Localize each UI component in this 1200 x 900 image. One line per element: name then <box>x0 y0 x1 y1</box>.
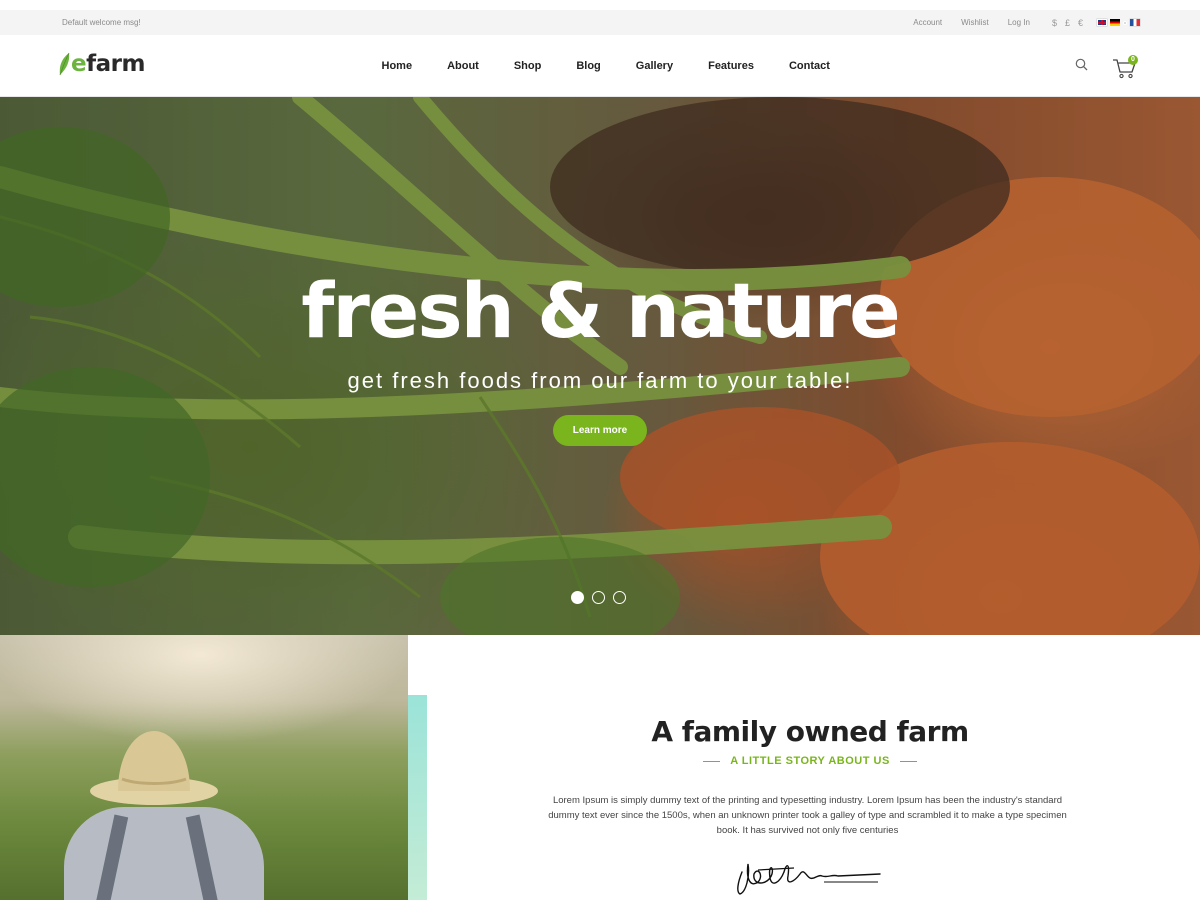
logo-text: efarm <box>71 51 145 77</box>
topbar-right: Account Wishlist Log In $ £ € <box>894 18 1140 28</box>
language-switcher <box>1097 19 1140 26</box>
kicker-line-right <box>899 760 917 762</box>
cart-count-badge: 0 <box>1128 55 1138 65</box>
hero-overlay <box>0 97 1200 635</box>
welcome-message: Default welcome msg! <box>62 18 141 27</box>
currency-usd[interactable]: $ <box>1052 18 1057 28</box>
slider-dot-3[interactable] <box>613 591 626 604</box>
kicker-line-left <box>703 760 721 762</box>
slider-dot-2[interactable] <box>592 591 605 604</box>
currency-eur[interactable]: € <box>1078 18 1083 28</box>
wishlist-link[interactable]: Wishlist <box>961 18 989 27</box>
nav-home[interactable]: Home <box>364 60 430 72</box>
farmer-image <box>0 635 408 900</box>
logo[interactable]: efarm <box>57 51 145 77</box>
nav-about[interactable]: About <box>430 60 497 72</box>
nav-blog[interactable]: Blog <box>559 60 618 72</box>
story-kicker: A LITTLE STORY ABOUT US <box>420 755 1200 767</box>
straw-hat-icon <box>90 731 218 805</box>
currency-switcher: $ £ € <box>1052 18 1083 28</box>
dot-icon[interactable] <box>1123 20 1127 25</box>
nav-features[interactable]: Features <box>691 60 772 72</box>
nav-shop[interactable]: Shop <box>496 60 559 72</box>
top-bar: Default welcome msg! Account Wishlist Lo… <box>0 10 1200 35</box>
main-nav: Home About Shop Blog Gallery Features Co… <box>364 35 847 97</box>
en-flag-icon[interactable] <box>1097 19 1107 26</box>
learn-more-button[interactable]: Learn more <box>553 415 647 446</box>
story-title: A family owned farm <box>651 715 969 748</box>
fr-flag-icon[interactable] <box>1130 19 1140 26</box>
story-text: Lorem Ipsum is simply dummy text of the … <box>548 795 1067 836</box>
main-header: efarm Home About Shop Blog Gallery Featu… <box>0 35 1200 97</box>
currency-gbp[interactable]: £ <box>1065 18 1070 28</box>
nav-gallery[interactable]: Gallery <box>618 60 690 72</box>
slider-dots <box>571 591 626 604</box>
hero-title: fresh & nature <box>301 266 900 355</box>
signature-image <box>737 863 881 895</box>
farmer-shirt <box>64 807 264 900</box>
leaf-icon <box>59 52 70 76</box>
de-flag-icon[interactable] <box>1110 19 1120 26</box>
account-link[interactable]: Account <box>913 18 942 27</box>
nav-contact[interactable]: Contact <box>771 60 847 72</box>
hero-slider: fresh & nature get fresh foods from our … <box>0 97 1200 635</box>
hero-subtitle: get fresh foods from our farm to your ta… <box>347 368 853 393</box>
slider-dot-1[interactable] <box>571 591 584 604</box>
login-link[interactable]: Log In <box>1008 18 1030 27</box>
search-icon[interactable] <box>1074 57 1090 73</box>
